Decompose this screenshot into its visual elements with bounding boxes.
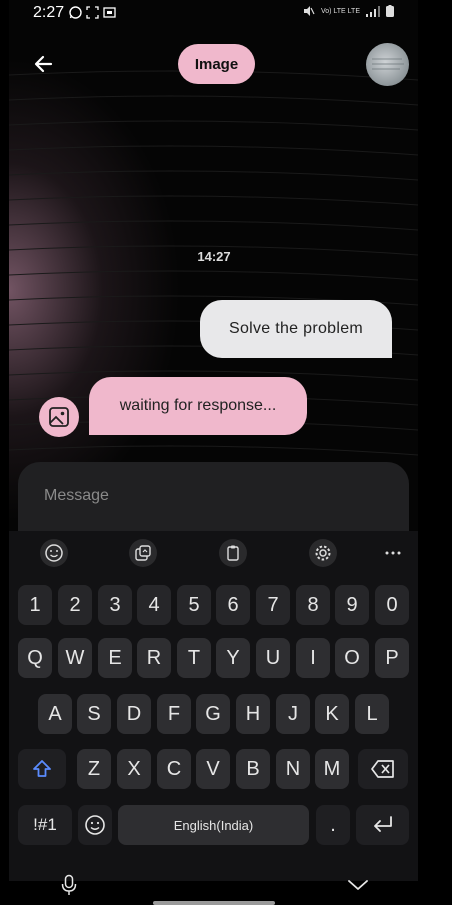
- page-title: Image: [178, 44, 255, 84]
- key-s[interactable]: S: [77, 694, 111, 734]
- whatsapp-icon: [69, 6, 82, 19]
- mute-icon: [303, 6, 315, 16]
- message-placeholder: Message: [44, 487, 109, 504]
- key-o[interactable]: O: [335, 638, 369, 678]
- status-bar: 2:27 Vo) LTE LTE: [0, 0, 452, 26]
- key-8[interactable]: 8: [296, 585, 330, 625]
- key-i[interactable]: I: [296, 638, 330, 678]
- signal-icon: [366, 5, 380, 17]
- bot-message-bubble: waiting for response...: [89, 377, 307, 435]
- status-right-icons: Vo) LTE LTE: [303, 5, 394, 17]
- key-j[interactable]: J: [276, 694, 310, 734]
- screen-record-icon: [103, 7, 116, 18]
- key-r[interactable]: R: [137, 638, 171, 678]
- navigation-bar: [0, 868, 452, 905]
- emoji-toolbar-button[interactable]: [40, 539, 68, 567]
- key-l[interactable]: L: [355, 694, 389, 734]
- shift-key[interactable]: [18, 749, 66, 789]
- message-input[interactable]: Message: [18, 462, 409, 542]
- network-label: Vo) LTE LTE: [320, 7, 360, 15]
- key-m[interactable]: M: [315, 749, 349, 789]
- key-u[interactable]: U: [256, 638, 290, 678]
- smiley-icon: [85, 815, 105, 835]
- key-f[interactable]: F: [157, 694, 191, 734]
- key-7[interactable]: 7: [256, 585, 290, 625]
- key-3[interactable]: 3: [98, 585, 132, 625]
- backspace-icon: [371, 760, 394, 778]
- key-5[interactable]: 5: [177, 585, 211, 625]
- shift-arrow-icon: [33, 760, 51, 777]
- clipboard-icon: [227, 545, 239, 561]
- more-toolbar-button[interactable]: [379, 539, 407, 567]
- more-dots-icon: [385, 551, 401, 555]
- microphone-icon[interactable]: [59, 874, 79, 896]
- key-9[interactable]: 9: [335, 585, 369, 625]
- key-n[interactable]: N: [276, 749, 310, 789]
- period-key[interactable]: .: [316, 805, 350, 845]
- gear-icon: [315, 545, 331, 561]
- key-x[interactable]: X: [117, 749, 151, 789]
- image-thumbnail[interactable]: [366, 43, 409, 86]
- back-button[interactable]: [30, 50, 58, 78]
- battery-icon: [386, 5, 394, 17]
- symbols-key[interactable]: !#1: [18, 805, 72, 845]
- sticker-toolbar-button[interactable]: [129, 539, 157, 567]
- message-timestamp: 14:27: [197, 249, 231, 264]
- clipboard-toolbar-button[interactable]: [219, 539, 247, 567]
- key-e[interactable]: E: [98, 638, 132, 678]
- key-g[interactable]: G: [196, 694, 230, 734]
- key-0[interactable]: 0: [375, 585, 409, 625]
- bot-avatar: [39, 397, 79, 437]
- sticker-icon: [135, 545, 151, 561]
- key-a[interactable]: A: [38, 694, 72, 734]
- key-d[interactable]: D: [117, 694, 151, 734]
- user-message-bubble: Solve the problem: [200, 300, 392, 358]
- arrow-left-icon: [34, 55, 53, 73]
- status-time: 2:27: [33, 4, 65, 21]
- key-b[interactable]: B: [236, 749, 270, 789]
- backspace-key[interactable]: [358, 749, 408, 789]
- screenshot-icon: [86, 6, 99, 19]
- key-2[interactable]: 2: [58, 585, 92, 625]
- space-key[interactable]: English(India): [118, 805, 309, 845]
- smiley-icon: [45, 544, 63, 562]
- key-q[interactable]: Q: [18, 638, 52, 678]
- enter-key[interactable]: [356, 805, 409, 845]
- key-w[interactable]: W: [58, 638, 92, 678]
- document-preview-icon: [372, 58, 404, 70]
- key-1[interactable]: 1: [18, 585, 52, 625]
- settings-toolbar-button[interactable]: [309, 539, 337, 567]
- enter-arrow-icon: [373, 816, 392, 832]
- key-y[interactable]: Y: [216, 638, 250, 678]
- key-k[interactable]: K: [315, 694, 349, 734]
- key-z[interactable]: Z: [77, 749, 111, 789]
- key-4[interactable]: 4: [137, 585, 171, 625]
- key-6[interactable]: 6: [216, 585, 250, 625]
- key-t[interactable]: T: [177, 638, 211, 678]
- key-c[interactable]: C: [157, 749, 191, 789]
- chevron-down-icon[interactable]: [347, 878, 369, 892]
- key-p[interactable]: P: [375, 638, 409, 678]
- emoji-key[interactable]: [78, 805, 112, 845]
- home-indicator[interactable]: [153, 901, 275, 905]
- key-h[interactable]: H: [236, 694, 270, 734]
- key-v[interactable]: V: [196, 749, 230, 789]
- status-notification-icons: [69, 6, 116, 19]
- image-icon: [49, 407, 69, 427]
